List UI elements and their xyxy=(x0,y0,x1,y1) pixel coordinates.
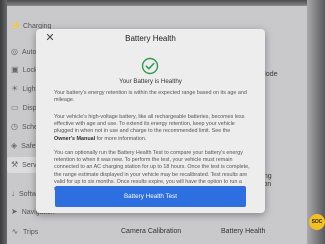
steering-wheel-icon: ◎ xyxy=(11,47,18,56)
bezel-right xyxy=(307,0,325,244)
sidebar-item-trips[interactable]: ∿ Trips xyxy=(7,224,41,240)
navigation-icon: ➤ xyxy=(11,207,18,216)
background-label-tion: tion xyxy=(260,181,272,188)
status-title: Your Battery is Healthy xyxy=(119,78,182,85)
download-icon: ↓ xyxy=(11,189,15,198)
background-label-ring: ring xyxy=(260,173,272,180)
sticker-badge: SOC xyxy=(309,214,325,230)
dialog-title: Battery Health xyxy=(125,34,176,43)
lightning-icon: ⚡ xyxy=(11,21,21,30)
clock-icon: ◷ xyxy=(11,122,18,131)
bezel-top xyxy=(0,0,325,6)
check-circle-icon xyxy=(141,57,159,75)
battery-health-dialog: ✕ Battery Health Your Battery is Healthy… xyxy=(36,29,265,213)
screen: ⚡ Charging ◎ Autopilot ▣ Locks ☀ Lights … xyxy=(0,0,325,244)
trip-icon: ∿ xyxy=(11,227,19,236)
battery-health-label[interactable]: Battery Health xyxy=(221,228,265,235)
owners-manual-link[interactable]: Owner's Manual xyxy=(54,136,95,142)
display-icon: ▭ xyxy=(11,103,19,112)
dialog-header: ✕ Battery Health xyxy=(36,29,265,49)
battery-care-text-end: for more information. xyxy=(95,135,147,142)
camera-calibration-label[interactable]: Camera Calibration xyxy=(121,228,181,235)
bezel-left xyxy=(0,0,7,244)
lightbulb-icon: ☀ xyxy=(11,84,19,93)
sidebar-item-label: Trips xyxy=(23,228,39,236)
battery-care-text: Your vehicle's high-voltage battery, lik… xyxy=(54,114,245,135)
background-label-mode: Mode xyxy=(260,71,278,78)
battery-care-paragraph: Your vehicle's high-voltage battery, lik… xyxy=(54,114,250,143)
shield-icon: ◈ xyxy=(11,141,18,150)
wrench-icon: ⚒ xyxy=(11,160,19,169)
retention-paragraph: Your battery's energy retention is withi… xyxy=(54,90,247,104)
lock-icon: ▣ xyxy=(11,65,19,74)
battery-health-test-button[interactable]: Battery Health Test xyxy=(55,186,246,207)
